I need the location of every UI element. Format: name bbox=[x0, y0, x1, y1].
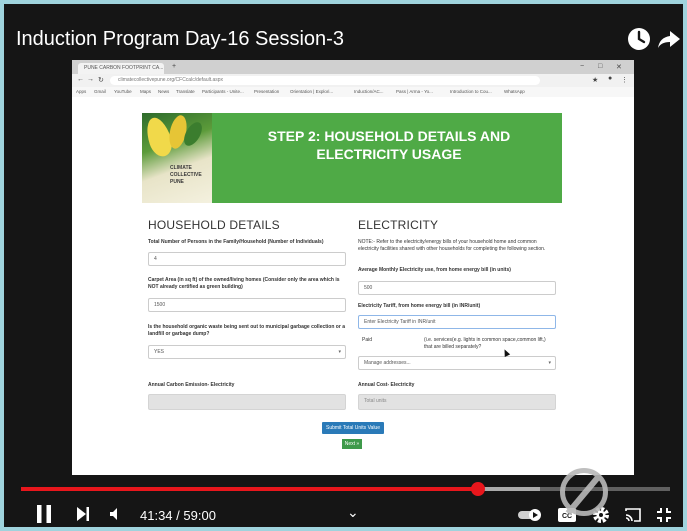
time-current: 41:34 bbox=[140, 508, 173, 523]
bookmark-item[interactable]: Pass | Arma - Yo... bbox=[396, 89, 433, 94]
tariff-input[interactable]: Enter Electricity Tariff in INR/unit bbox=[358, 315, 556, 329]
reload-icon[interactable]: ↻ bbox=[98, 76, 104, 84]
browser-tab-strip: PUNE CARBON FOOTPRINT CA... + − □ ✕ bbox=[72, 60, 634, 74]
menu-icon[interactable]: ⋮ bbox=[621, 76, 628, 84]
tariff-label: Electricity Tariff, from home energy bil… bbox=[358, 303, 481, 309]
manage-addresses-select[interactable]: Manage addresses... ▾ bbox=[358, 356, 556, 370]
shared-screen: PUNE CARBON FOOTPRINT CA... + − □ ✕ ← → … bbox=[72, 60, 634, 475]
autoplay-toggle[interactable] bbox=[518, 508, 544, 527]
common-services-label: (i.e. services(e.g. lights in common spa… bbox=[424, 337, 546, 350]
video-player[interactable]: Induction Program Day-16 Session-3 PUNE … bbox=[4, 4, 683, 527]
share-icon[interactable] bbox=[656, 26, 682, 52]
volume-icon[interactable] bbox=[108, 506, 124, 527]
exit-fullscreen-icon[interactable] bbox=[656, 507, 672, 527]
household-heading: HOUSEHOLD DETAILS bbox=[148, 218, 280, 232]
usage-input[interactable]: 500 bbox=[358, 281, 556, 295]
manage-addresses-placeholder: Manage addresses... bbox=[364, 360, 411, 366]
annual-cost-label: Annual Cost- Electricity bbox=[358, 382, 415, 388]
bookmark-item[interactable]: Introduction to Cou... bbox=[450, 89, 492, 94]
bookmark-item[interactable]: Apps bbox=[76, 89, 86, 94]
bookmark-item[interactable]: Participants - Unite... bbox=[202, 89, 244, 94]
step-banner: CLIMATE COLLECTIVE PUNE STEP 2: HOUSEHOL… bbox=[142, 113, 562, 203]
watch-later-icon[interactable] bbox=[626, 26, 652, 52]
browser-tab[interactable]: PUNE CARBON FOOTPRINT CA... bbox=[78, 63, 164, 74]
climate-collective-logo: CLIMATE COLLECTIVE PUNE bbox=[142, 113, 212, 203]
next-button[interactable]: Next » bbox=[342, 439, 362, 449]
submit-units-button[interactable]: Submit Total Units Value bbox=[322, 422, 384, 434]
logo-line: COLLECTIVE bbox=[170, 172, 202, 178]
bookmark-item[interactable]: Maps bbox=[140, 89, 151, 94]
usage-label: Average Monthly Electricity use, from ho… bbox=[358, 267, 511, 273]
time-total: 59:00 bbox=[183, 508, 216, 523]
minimize-icon[interactable]: − bbox=[580, 63, 584, 70]
bookmark-item[interactable]: Presentation bbox=[254, 89, 279, 94]
profile-avatar[interactable]: ● bbox=[608, 75, 612, 82]
annual-cost-output: Total units bbox=[358, 394, 556, 410]
bookmark-item[interactable]: News bbox=[158, 89, 169, 94]
video-title[interactable]: Induction Program Day-16 Session-3 bbox=[16, 28, 344, 51]
pause-icon[interactable] bbox=[36, 504, 52, 527]
close-icon[interactable]: ✕ bbox=[616, 63, 622, 71]
bookmark-item[interactable]: Translate bbox=[176, 89, 195, 94]
bookmark-item[interactable]: Orientation | Explori... bbox=[290, 89, 333, 94]
web-page: CLIMATE COLLECTIVE PUNE STEP 2: HOUSEHOL… bbox=[72, 97, 634, 475]
logo-line: CLIMATE bbox=[170, 165, 192, 171]
carpet-area-input[interactable]: 1500 bbox=[148, 298, 346, 312]
progress-scrubber-handle[interactable] bbox=[471, 482, 486, 496]
cast-icon[interactable] bbox=[624, 507, 642, 527]
persons-input[interactable]: 4 bbox=[148, 252, 346, 266]
electricity-note: NOTE:- Refer to the electricity/energy b… bbox=[358, 239, 546, 252]
logo-line: PUNE bbox=[170, 179, 184, 185]
no-entry-overlay-icon bbox=[560, 468, 608, 516]
next-video-icon[interactable] bbox=[76, 506, 90, 527]
paid-label: Paid bbox=[362, 337, 373, 343]
chevron-down-icon: ▾ bbox=[548, 360, 551, 366]
browser-toolbar: ← → ↻ climatecollectivepune.org/CFCcalc/… bbox=[72, 74, 634, 87]
bookmark-item[interactable]: Induction/AC... bbox=[354, 89, 384, 94]
chapter-chevron-down-icon[interactable]: ⌄ bbox=[347, 504, 359, 521]
chevron-down-icon: ▾ bbox=[338, 349, 341, 355]
extensions-icon[interactable]: ★ bbox=[592, 76, 598, 84]
electricity-heading: ELECTRICITY bbox=[358, 218, 439, 232]
waste-select-value: YES bbox=[154, 349, 165, 355]
no-entry-slash bbox=[565, 472, 603, 516]
carpet-area-label: Carpet Area (in sq ft) of the owned/livi… bbox=[148, 277, 340, 290]
maximize-icon[interactable]: □ bbox=[598, 63, 602, 70]
bookmark-item[interactable]: WhatsApp bbox=[504, 89, 525, 94]
logo-text: CLIMATE COLLECTIVE PUNE bbox=[170, 165, 202, 186]
banner-title: STEP 2: HOUSEHOLD DETAILS AND ELECTRICIT… bbox=[267, 128, 511, 162]
new-tab-icon[interactable]: + bbox=[172, 63, 176, 70]
carbon-emission-label: Annual Carbon Emission- Electricity bbox=[148, 382, 235, 388]
waste-select[interactable]: YES ▾ bbox=[148, 345, 346, 359]
forward-icon[interactable]: → bbox=[87, 76, 94, 83]
time-separator: / bbox=[176, 508, 180, 523]
back-icon[interactable]: ← bbox=[77, 76, 84, 83]
address-bar[interactable]: climatecollectivepune.org/CFCcalc/defaul… bbox=[110, 76, 540, 85]
bookmark-item[interactable]: YouTube bbox=[114, 89, 132, 94]
progress-played bbox=[21, 487, 479, 491]
waste-label: Is the household organic waste being sen… bbox=[148, 324, 345, 337]
persons-label: Total Number of Persons in the Family/Ho… bbox=[148, 239, 324, 245]
bookmark-item[interactable]: Gmail bbox=[94, 89, 106, 94]
carbon-emission-output bbox=[148, 394, 346, 410]
time-display: 41:34 / 59:00 bbox=[140, 508, 216, 523]
